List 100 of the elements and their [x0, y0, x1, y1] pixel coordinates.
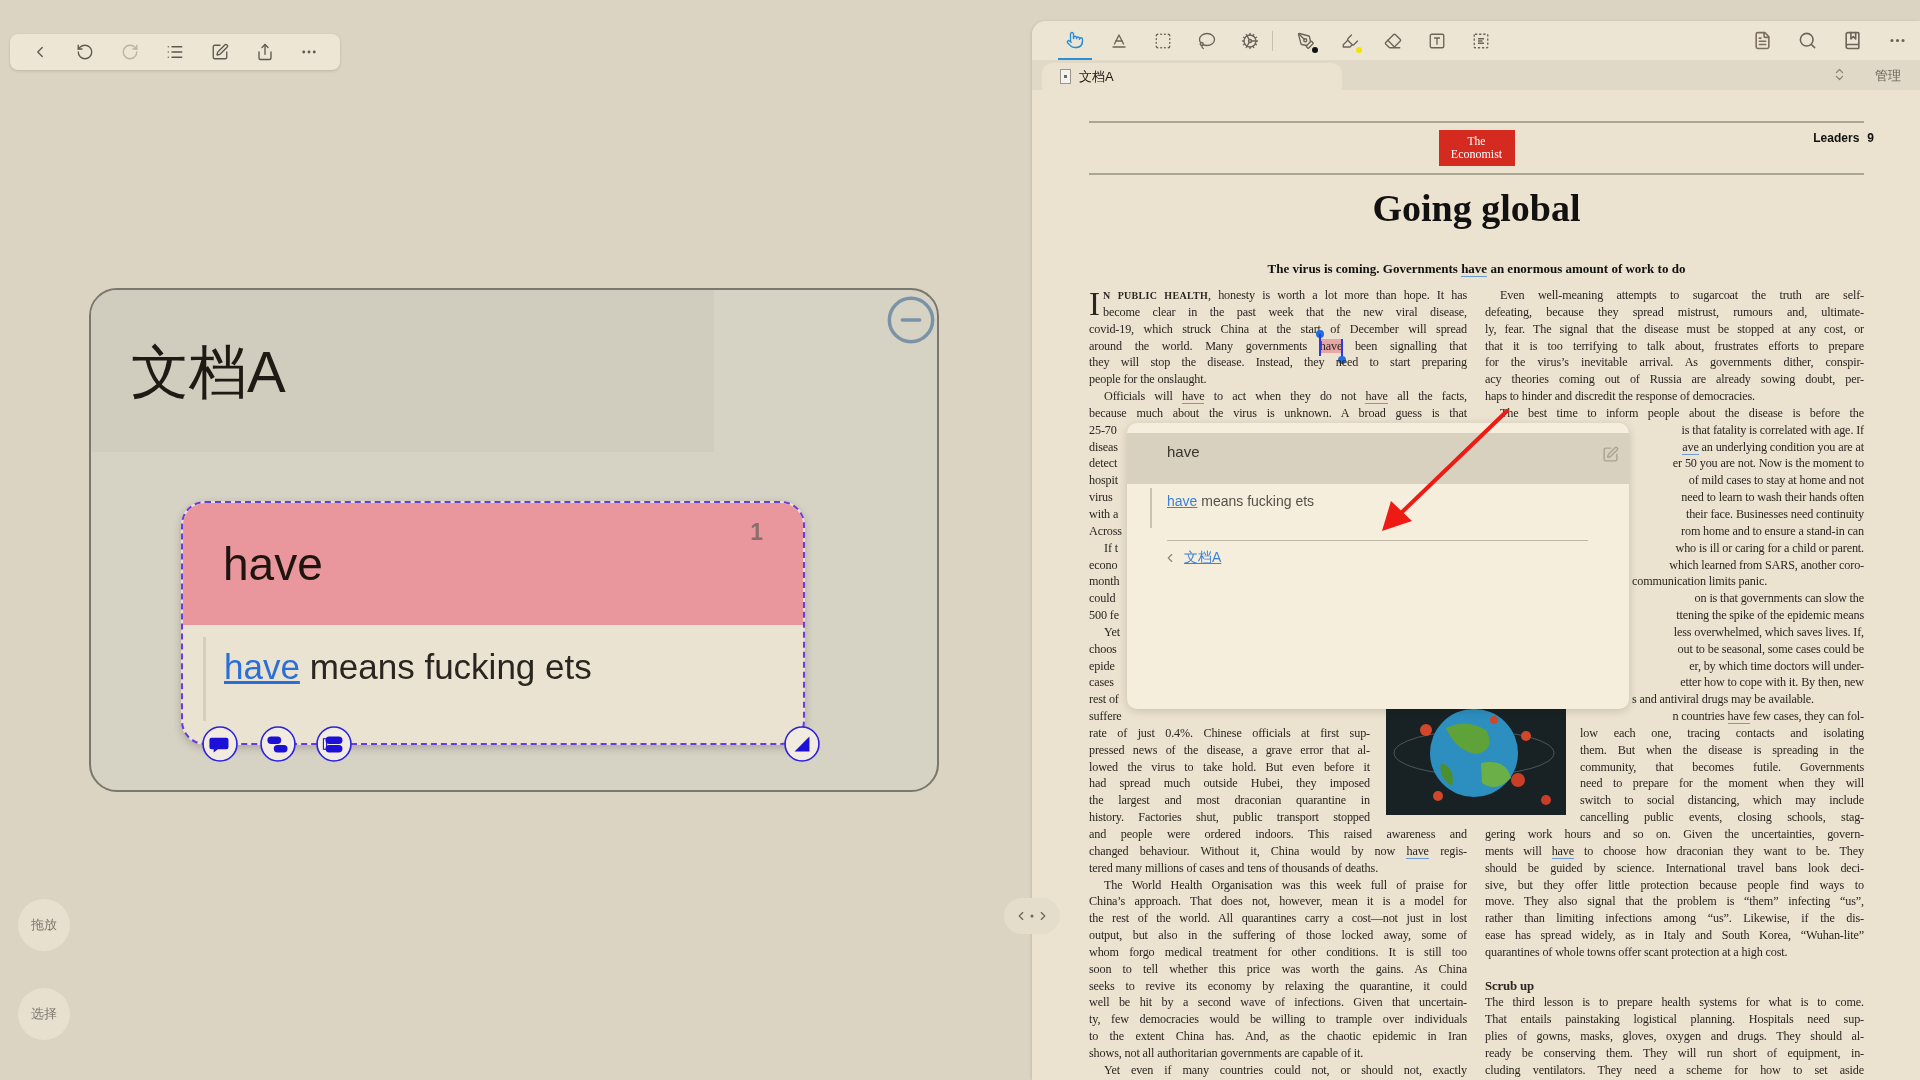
drop-cap: I [1089, 289, 1100, 319]
text-line: ready be conserving them. They will run short of equipment, in- [1485, 1044, 1864, 1062]
text-line: suffere [1089, 708, 1122, 725]
text-line: because much about the virus is unknown. A broad guess is that [1089, 404, 1467, 422]
side-button[interactable]: 选择 [18, 988, 70, 1040]
side-button[interactable]: 拖放 [18, 899, 70, 951]
text-line: s and antiviral drugs may be available. [1632, 691, 1814, 709]
text-line: with a [1089, 505, 1119, 523]
text-line: ty, few democracies would be willing to trample over individuals [1089, 1011, 1467, 1029]
text-line: quarantines of whole towns offer scant protection at a high cost. [1485, 943, 1789, 961]
stacked-pills-icon[interactable] [316, 726, 352, 762]
text-line: ease has spread widely, as in Italy and South Korea, “Wuhan-lite” [1485, 927, 1864, 944]
text-line: move. They also signal that the problem is “them” infecting “us”, [1485, 893, 1864, 911]
share-icon[interactable] [255, 43, 274, 61]
text-line: could [1089, 590, 1116, 608]
card-title: 文档A [131, 337, 286, 406]
text-line: China’s approach. That does not, however, mean it is a model for [1089, 893, 1467, 911]
text-line: choos [1089, 640, 1117, 658]
section-name: Leaders [1813, 130, 1860, 147]
text-line: changed behaviour. Without it, China would by now have regis- [1089, 842, 1467, 860]
note-count: 1 [750, 518, 763, 547]
text-line: cases [1089, 674, 1114, 692]
annotated-word[interactable]: have [1406, 843, 1429, 859]
text-line: low each one, tracing contacts and isolating [1580, 724, 1864, 742]
source-link[interactable]: 文档A [1184, 547, 1222, 568]
text-line: Even well-meaning attempts to sugarcoat the truth are self- [1499, 287, 1864, 304]
text-line: communication limits panic. [1632, 573, 1768, 591]
text-line: them. But when the disease is spreading in the [1580, 741, 1864, 759]
text-line: lowed the virus to take hold. But even before it [1089, 758, 1370, 776]
text-line: to the extent China has. And, as the chaotic epidemic in Iran [1089, 1028, 1467, 1045]
tab-label: 文档A [1079, 67, 1114, 86]
text-line: on is that governments can slow the [1694, 590, 1864, 608]
text-line: n countries have few cases, they can fol- [1672, 708, 1864, 725]
eraser-icon [1384, 31, 1402, 50]
dashed-square-icon [1154, 31, 1172, 50]
text-line: that it is too terrifying to talk about, frustrates efforts to prepare [1485, 337, 1864, 355]
text-line: plies of gowns, masks, gloves, oxygen and drugs. They should al- [1485, 1028, 1864, 1045]
document-tab[interactable]: 文档A [1042, 63, 1342, 90]
text-line: Yet even if many countries could not, or should not, exactly [1103, 1061, 1467, 1079]
text-line: Yet [1104, 623, 1120, 641]
text-line: hospit [1089, 472, 1118, 490]
text-line: er, by which time doctors will under- [1689, 657, 1864, 675]
text-line: output, but also in the suffering of those locked away, some of [1089, 927, 1467, 944]
text-line: cluding ventilators. They need a scheme for how to set aside [1485, 1061, 1864, 1079]
text-line: their face. Businesses need continuity [1685, 505, 1864, 523]
note-link[interactable]: have [224, 647, 300, 686]
dot-icon [1030, 914, 1034, 918]
text-line: and people were ordered indoors. This raised awareness and [1089, 826, 1467, 843]
annotated-word[interactable]: have [1461, 261, 1488, 277]
text-line: month [1089, 573, 1120, 591]
search-icon[interactable] [1798, 31, 1817, 50]
article-title: Going global [1371, 185, 1582, 231]
logo-text: The [1467, 135, 1486, 148]
text-line: The World Health Organisation was this week full of praise for [1103, 876, 1467, 894]
text-line: gering work hours and so on. Given the uncertainties, govern- [1485, 826, 1864, 843]
annotated-word[interactable]: ave [1682, 439, 1699, 455]
text-line: less overwhelmed, which saves lives. If, [1673, 623, 1864, 641]
text-line: the largest and most draconian quarantine in [1089, 792, 1370, 810]
text-line: should be guided by science. International travel bans look deci- [1485, 859, 1864, 877]
text-line: Officials will have to act when they do not have all the facts, [1103, 388, 1467, 405]
text-line: people for the onslaught. [1089, 371, 1208, 389]
page-number: 9 [1867, 130, 1874, 147]
text-line: the rest of the world. All quarantines carry a cost—not just in lost [1089, 910, 1467, 928]
undo-icon[interactable] [76, 43, 95, 61]
pill-pair-icon[interactable] [260, 726, 296, 762]
annotated-word[interactable]: have [1365, 389, 1388, 405]
document-icon[interactable] [1753, 31, 1772, 50]
text-line: need to learn to wash their hands often [1681, 489, 1864, 506]
text-line: 25-70 [1089, 421, 1117, 439]
text-line: become clear in the past week that the new viral disease, [1103, 303, 1467, 321]
speech-bubble-icon[interactable] [202, 726, 238, 762]
text-line: sive, but they offer little protection because people find ways to [1485, 876, 1864, 894]
highlighter-icon [1341, 31, 1359, 50]
text-line: diseas [1089, 438, 1118, 456]
bookmark-book-icon[interactable] [1843, 31, 1862, 50]
text-line: detect [1089, 455, 1118, 473]
text-line: out to be seasonal, some cases could be [1677, 640, 1864, 658]
split-handle[interactable] [1004, 898, 1060, 934]
pen-icon [1297, 31, 1315, 50]
cog-icon [1241, 31, 1259, 50]
text-line: ly, fear. The signal that the disease must be stopped at any cost, or [1485, 320, 1864, 338]
edit-icon[interactable] [210, 43, 229, 61]
note-text: have means fucking ets [224, 646, 592, 688]
article-subtitle: The virus is coming. Governments have an enormous amount of work to do [1266, 260, 1687, 277]
note-title: have [223, 536, 323, 592]
text-line: defeating, because they spread mistrust, rumours and, ultimate- [1485, 303, 1864, 321]
annotated-word[interactable]: have [1551, 843, 1575, 859]
annotated-word[interactable]: have [1727, 709, 1750, 725]
text-line: cancelling public events, closing schools, stag- [1580, 809, 1864, 826]
annotated-word[interactable]: have [1182, 389, 1205, 405]
text-line: rather than limiting infections among “us”. Likewise, if the dis- [1485, 910, 1864, 928]
text-line: soon to tell whether this price was worth the gains. As China [1089, 960, 1467, 978]
manage-button[interactable]: 管理 [1875, 66, 1901, 86]
text-line: history. Factories shut, public transport stopped [1089, 809, 1370, 826]
note-card[interactable]: have 1 have means fucking ets [181, 501, 805, 745]
text-line: is that fatality is correlated with age. If [1681, 421, 1864, 439]
list-icon[interactable] [165, 43, 184, 61]
text-line: epide [1089, 657, 1115, 675]
lasso-icon [1198, 31, 1216, 50]
text-line: If t [1104, 539, 1118, 557]
